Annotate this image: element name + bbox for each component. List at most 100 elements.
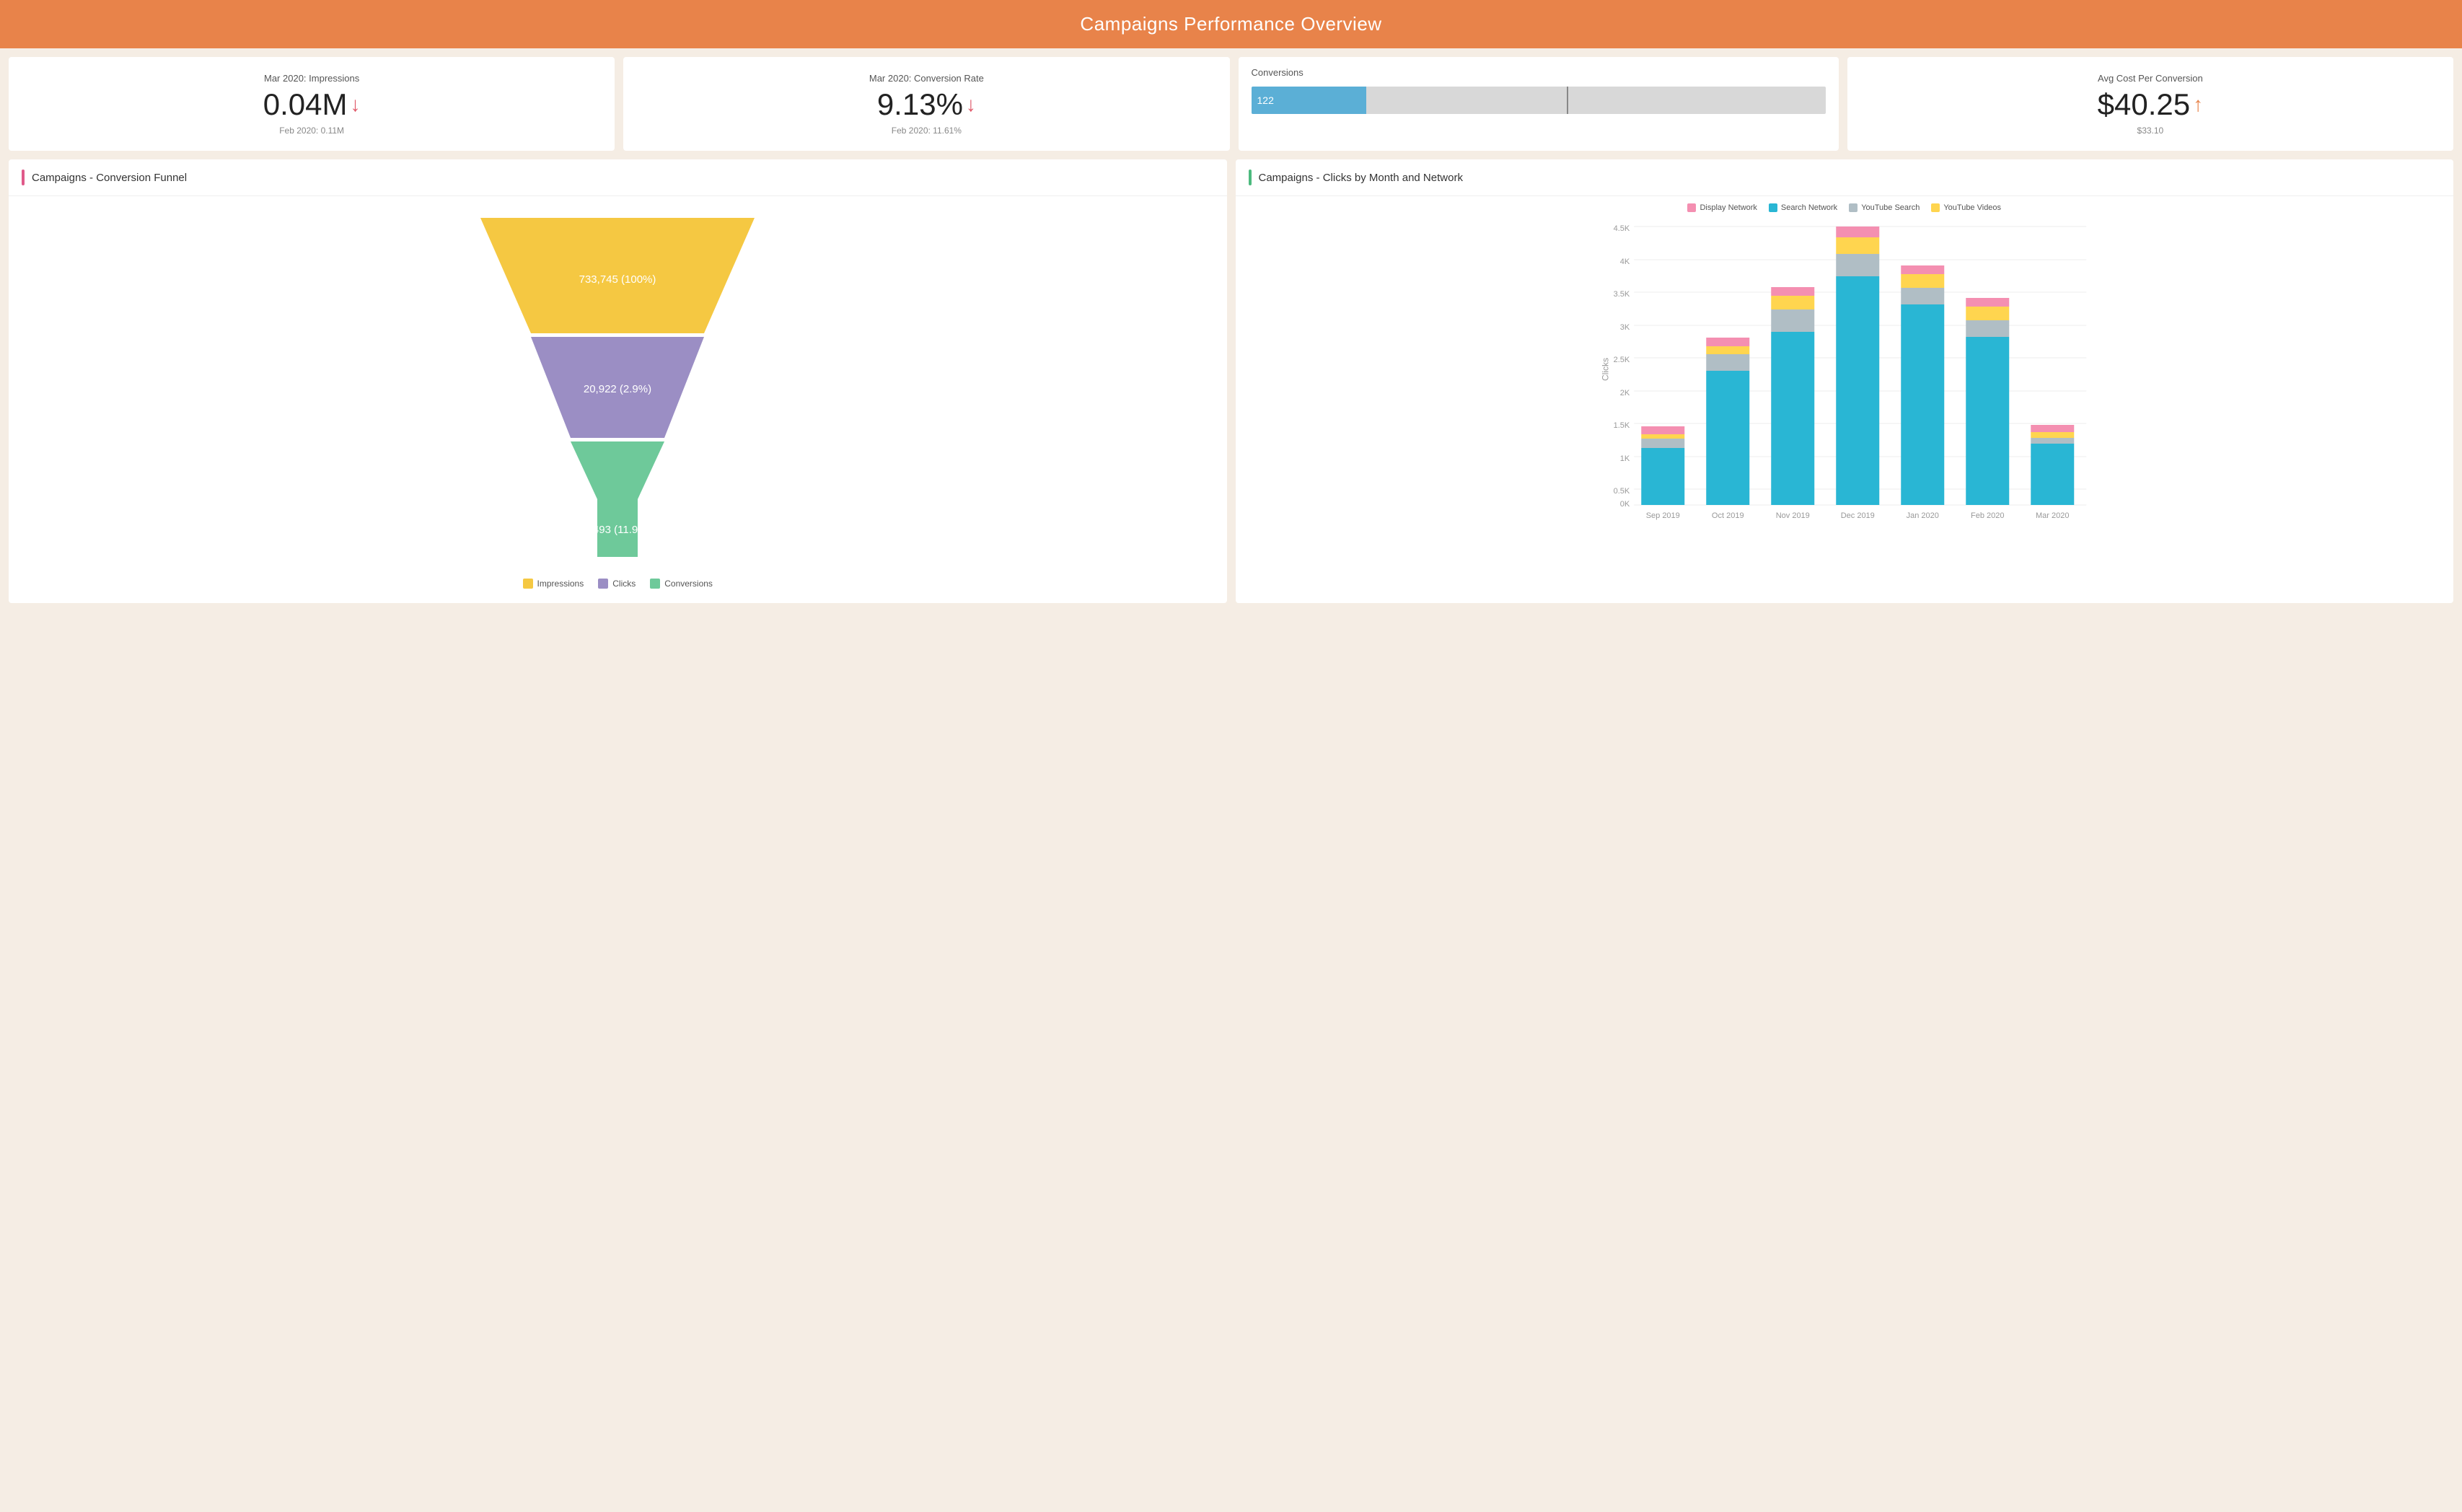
bar-feb-yt-videos <box>1966 307 2009 320</box>
page-title: Campaigns Performance Overview <box>1080 13 1381 35</box>
svg-text:2K: 2K <box>1619 389 1630 397</box>
conversions-bar-value: 122 <box>1257 94 1274 106</box>
bar-sep-yt-videos <box>1641 434 1684 439</box>
bar-chart-wrapper: 4.5K 4K 3.5K 3K 2.5K 2K 1.5K 1K 0.5K 0K … <box>1247 218 2443 596</box>
bar-mar-yt-search <box>2031 438 2074 444</box>
funnel-label-clicks: 20,922 (2.9%) <box>584 383 651 395</box>
conversions-label: Conversions <box>1252 67 1826 78</box>
svg-text:Oct 2019: Oct 2019 <box>1711 511 1744 520</box>
conversions-card: Conversions 122 <box>1239 57 1839 151</box>
funnel-legend-impressions-label: Impressions <box>537 579 584 589</box>
bar-oct-yt-videos <box>1706 346 1749 354</box>
bar-chart-accent-bar <box>1249 170 1252 185</box>
impressions-sub: Feb 2020: 0.11M <box>279 126 344 136</box>
impressions-card: Mar 2020: Impressions 0.04M ↓ Feb 2020: … <box>9 57 615 151</box>
funnel-legend-conversions: Conversions <box>650 579 713 589</box>
bar-mar-yt-videos <box>2031 432 2074 438</box>
funnel-legend-clicks-dot <box>598 579 608 589</box>
svg-text:Nov 2019: Nov 2019 <box>1775 511 1809 520</box>
funnel-legend: Impressions Clicks Conversions <box>523 579 713 589</box>
svg-text:1K: 1K <box>1619 454 1630 463</box>
bar-mar-display <box>2031 425 2074 432</box>
legend-youtube-search-dot <box>1849 203 1858 212</box>
legend-youtube-videos-dot <box>1931 203 1940 212</box>
conversion-rate-value: 9.13% ↓ <box>877 89 976 120</box>
legend-search-network: Search Network <box>1769 203 1837 212</box>
legend-display-network: Display Network <box>1687 203 1757 212</box>
legend-search-network-label: Search Network <box>1781 203 1837 212</box>
funnel-segment-conversions-top <box>571 441 664 499</box>
bar-dec-yt-videos <box>1836 237 1879 254</box>
funnel-legend-conversions-label: Conversions <box>664 579 713 589</box>
legend-youtube-search: YouTube Search <box>1849 203 1920 212</box>
bottom-panels: Campaigns - Conversion Funnel 733,745 (1… <box>0 159 2462 612</box>
funnel-legend-clicks: Clicks <box>598 579 636 589</box>
svg-text:Dec 2019: Dec 2019 <box>1840 511 1874 520</box>
impressions-label: Mar 2020: Impressions <box>264 73 359 84</box>
bar-feb-display <box>1966 298 2009 307</box>
page-header: Campaigns Performance Overview <box>0 0 2462 48</box>
bar-chart-panel: Campaigns - Clicks by Month and Network … <box>1236 159 2454 603</box>
svg-text:4K: 4K <box>1619 258 1630 266</box>
svg-text:3K: 3K <box>1619 323 1630 332</box>
legend-search-network-dot <box>1769 203 1777 212</box>
funnel-svg: 733,745 (100%) 20,922 (2.9%) 2,493 (11.9… <box>459 211 776 564</box>
svg-text:Mar 2020: Mar 2020 <box>2036 511 2069 520</box>
bar-nov-yt-videos <box>1771 296 1814 309</box>
funnel-panel-body: 733,745 (100%) 20,922 (2.9%) 2,493 (11.9… <box>9 196 1227 603</box>
bar-sep-display <box>1641 426 1684 434</box>
avg-cost-label: Avg Cost Per Conversion <box>2098 73 2203 84</box>
bar-feb-yt-search <box>1966 320 2009 337</box>
bar-dec-display <box>1836 227 1879 237</box>
legend-youtube-videos: YouTube Videos <box>1931 203 2001 212</box>
bar-chart-svg: 4.5K 4K 3.5K 3K 2.5K 2K 1.5K 1K 0.5K 0K … <box>1247 218 2443 528</box>
bar-nov-search <box>1771 332 1814 505</box>
legend-display-network-label: Display Network <box>1700 203 1757 212</box>
bar-sep-yt-search <box>1641 439 1684 448</box>
bar-oct-search <box>1706 371 1749 505</box>
bar-dec-yt-search <box>1836 254 1879 276</box>
funnel-panel-title: Campaigns - Conversion Funnel <box>32 172 187 184</box>
bar-nov-display <box>1771 287 1814 296</box>
bar-jan-yt-search <box>1901 288 1944 304</box>
svg-text:Jan 2020: Jan 2020 <box>1906 511 1938 520</box>
avg-cost-card: Avg Cost Per Conversion $40.25 ↑ $33.10 <box>1847 57 2453 151</box>
conversions-bar: 122 <box>1252 87 1826 114</box>
svg-text:2.5K: 2.5K <box>1613 356 1630 364</box>
bar-oct-display <box>1706 338 1749 346</box>
conversion-rate-label: Mar 2020: Conversion Rate <box>869 73 984 84</box>
svg-text:4.5K: 4.5K <box>1613 224 1630 233</box>
conversion-rate-arrow-down-icon: ↓ <box>966 94 976 115</box>
funnel-accent-bar <box>22 170 25 185</box>
svg-text:3.5K: 3.5K <box>1613 290 1630 299</box>
impressions-arrow-down-icon: ↓ <box>350 94 360 115</box>
bar-jan-search <box>1901 304 1944 505</box>
svg-text:1.5K: 1.5K <box>1613 421 1630 430</box>
avg-cost-sub: $33.10 <box>2137 126 2164 136</box>
bar-jan-display <box>1901 265 1944 274</box>
funnel-label-conversions: 2,493 (11.9%) <box>584 524 651 536</box>
funnel-panel-header: Campaigns - Conversion Funnel <box>9 159 1227 196</box>
conversions-bar-marker <box>1567 87 1568 114</box>
funnel-legend-clicks-label: Clicks <box>612 579 636 589</box>
svg-text:Sep 2019: Sep 2019 <box>1645 511 1679 520</box>
conversions-bar-fill: 122 <box>1252 87 1366 114</box>
svg-text:0.5K: 0.5K <box>1613 487 1630 496</box>
funnel-legend-impressions: Impressions <box>523 579 584 589</box>
funnel-panel: Campaigns - Conversion Funnel 733,745 (1… <box>9 159 1227 603</box>
svg-text:0K: 0K <box>1619 500 1630 509</box>
bar-chart-panel-header: Campaigns - Clicks by Month and Network <box>1236 159 2454 196</box>
bar-nov-yt-search <box>1771 309 1814 332</box>
conversion-rate-card: Mar 2020: Conversion Rate 9.13% ↓ Feb 20… <box>623 57 1229 151</box>
svg-text:Clicks: Clicks <box>1600 358 1610 381</box>
bar-chart-panel-title: Campaigns - Clicks by Month and Network <box>1259 172 1463 184</box>
funnel-label-impressions: 733,745 (100%) <box>579 273 656 286</box>
legend-display-network-dot <box>1687 203 1696 212</box>
funnel-legend-conversions-dot <box>650 579 660 589</box>
impressions-value: 0.04M ↓ <box>263 89 361 120</box>
bar-jan-yt-videos <box>1901 274 1944 288</box>
avg-cost-arrow-up-icon: ↑ <box>2193 94 2203 115</box>
bar-mar-search <box>2031 444 2074 505</box>
bar-dec-search <box>1836 276 1879 505</box>
top-metrics-row: Mar 2020: Impressions 0.04M ↓ Feb 2020: … <box>0 48 2462 159</box>
